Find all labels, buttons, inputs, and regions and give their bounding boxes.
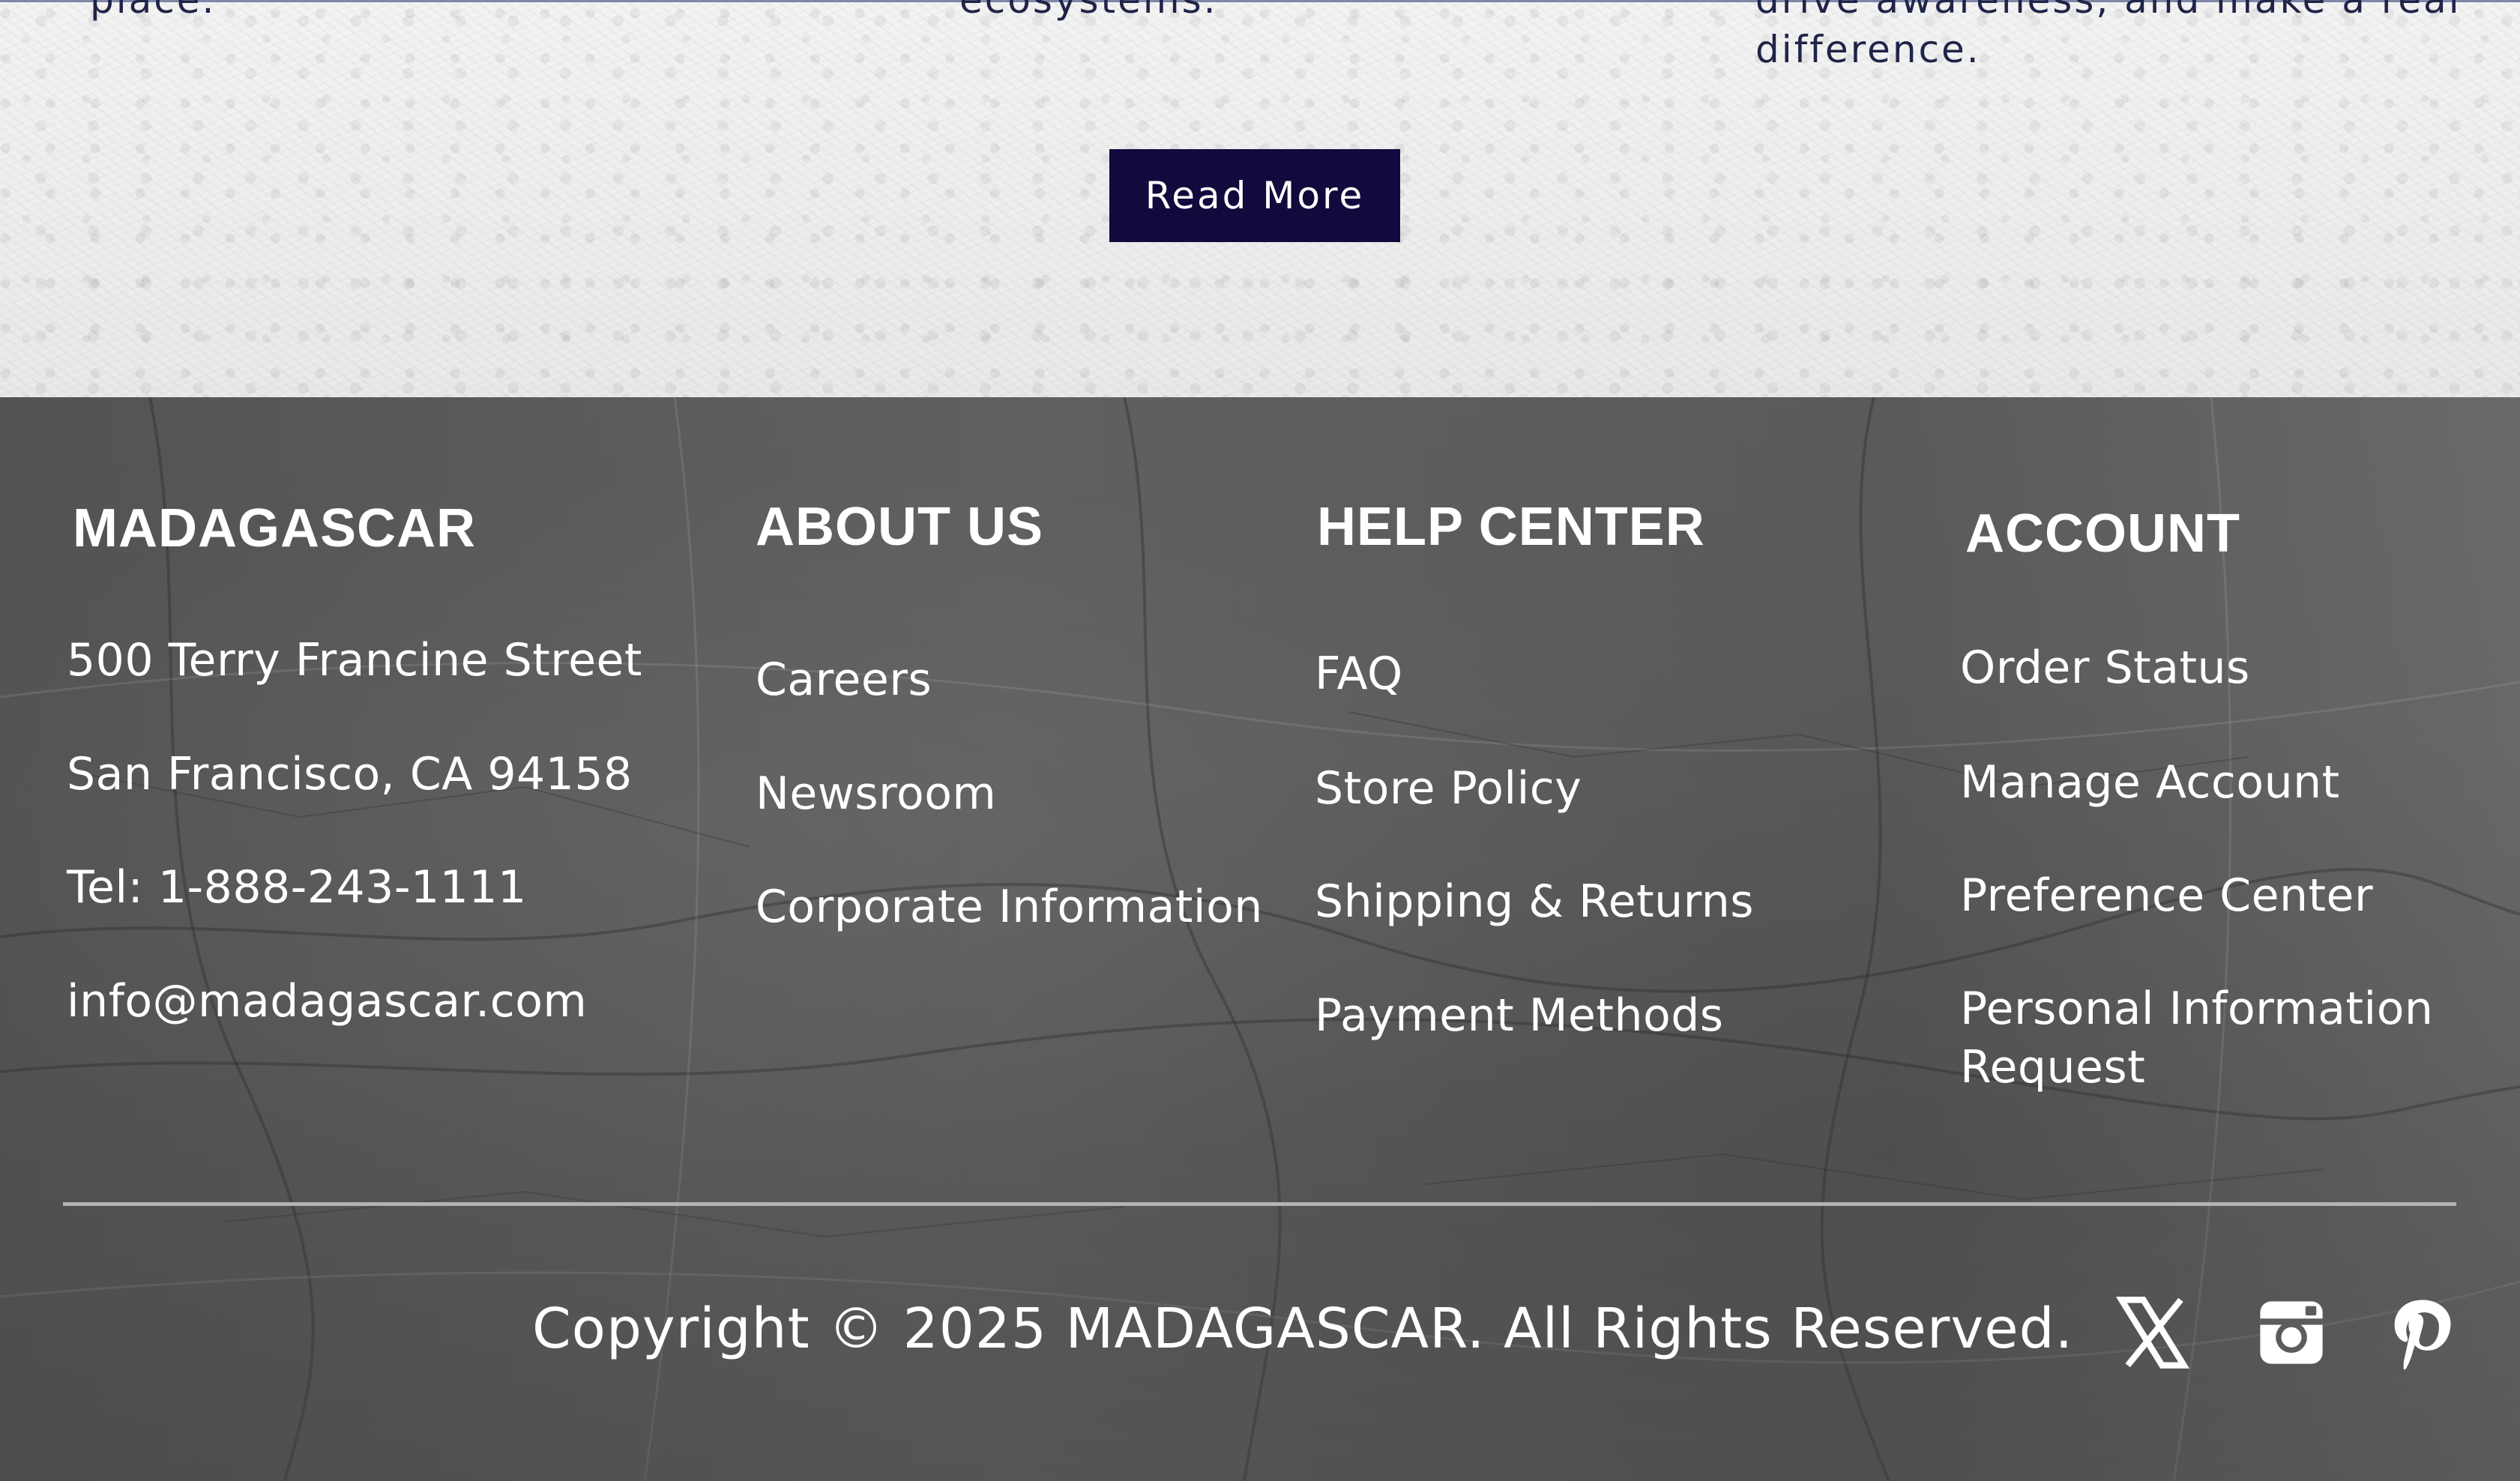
address-line-2: San Francisco, CA 94158 xyxy=(67,748,633,800)
store-policy-link[interactable]: Store Policy xyxy=(1315,759,1582,818)
faq-link-text[interactable]: FAQ xyxy=(1315,648,1403,700)
corporate-information-link-text[interactable]: Corporate Information xyxy=(756,881,1263,933)
account-heading: ACCOUNT xyxy=(1965,504,2240,564)
personal-information-link-text[interactable]: Personal Information xyxy=(1960,983,2433,1035)
address-line-1: 500 Terry Francine Street xyxy=(67,634,642,687)
phone-number: Tel: 1-888-243-1111 xyxy=(67,861,527,914)
store-policy-link-text[interactable]: Store Policy xyxy=(1315,762,1582,815)
faq-link[interactable]: FAQ xyxy=(1315,645,1403,703)
instagram-icon[interactable] xyxy=(2252,1294,2330,1372)
read-more-button[interactable]: Read More xyxy=(1109,149,1400,242)
page: place. ecosystems. drive awareness, and … xyxy=(0,0,2520,1481)
corporate-information-link[interactable]: Corporate Information xyxy=(756,878,1263,936)
column-text-snippet: difference. xyxy=(1755,28,1981,71)
column-text-snippet: ecosystems. xyxy=(959,0,1218,22)
payment-methods-link-text[interactable]: Payment Methods xyxy=(1315,989,1724,1042)
personal-information-request-link-line-2[interactable]: Request xyxy=(1960,1038,2145,1097)
payment-methods-link[interactable]: Payment Methods xyxy=(1315,986,1724,1045)
footer-divider xyxy=(63,1202,2456,1206)
order-status-link[interactable]: Order Status xyxy=(1960,639,2250,697)
email-link-text[interactable]: info@madagascar.com xyxy=(67,975,587,1028)
request-link-text[interactable]: Request xyxy=(1960,1041,2145,1094)
column-text-snippet: place. xyxy=(90,0,217,22)
copyright-text: Copyright © 2025 MADAGASCAR. All Rights … xyxy=(532,1297,2074,1361)
preference-center-link[interactable]: Preference Center xyxy=(1960,866,2373,925)
preference-center-link-text[interactable]: Preference Center xyxy=(1960,869,2373,922)
content-section: place. ecosystems. drive awareness, and … xyxy=(0,0,2520,397)
x-icon[interactable] xyxy=(2114,1294,2192,1372)
newsroom-link[interactable]: Newsroom xyxy=(756,764,996,823)
about-us-heading: ABOUT US xyxy=(756,497,1043,557)
personal-information-request-link[interactable]: Personal Information xyxy=(1960,980,2433,1038)
site-footer: MADAGASCAR 500 Terry Francine Street San… xyxy=(0,397,2520,1481)
help-center-heading: HELP CENTER xyxy=(1317,497,1705,557)
footer-brand-heading: MADAGASCAR xyxy=(73,498,476,558)
shipping-returns-link[interactable]: Shipping & Returns xyxy=(1315,872,1754,931)
careers-link-text[interactable]: Careers xyxy=(756,654,932,706)
order-status-link-text[interactable]: Order Status xyxy=(1960,642,2250,694)
manage-account-link[interactable]: Manage Account xyxy=(1960,753,2340,812)
pinterest-icon[interactable] xyxy=(2382,1294,2460,1372)
careers-link[interactable]: Careers xyxy=(756,651,932,709)
manage-account-link-text[interactable]: Manage Account xyxy=(1960,756,2340,809)
email-link[interactable]: info@madagascar.com xyxy=(67,972,587,1031)
shipping-returns-link-text[interactable]: Shipping & Returns xyxy=(1315,875,1754,928)
newsroom-link-text[interactable]: Newsroom xyxy=(756,767,996,820)
